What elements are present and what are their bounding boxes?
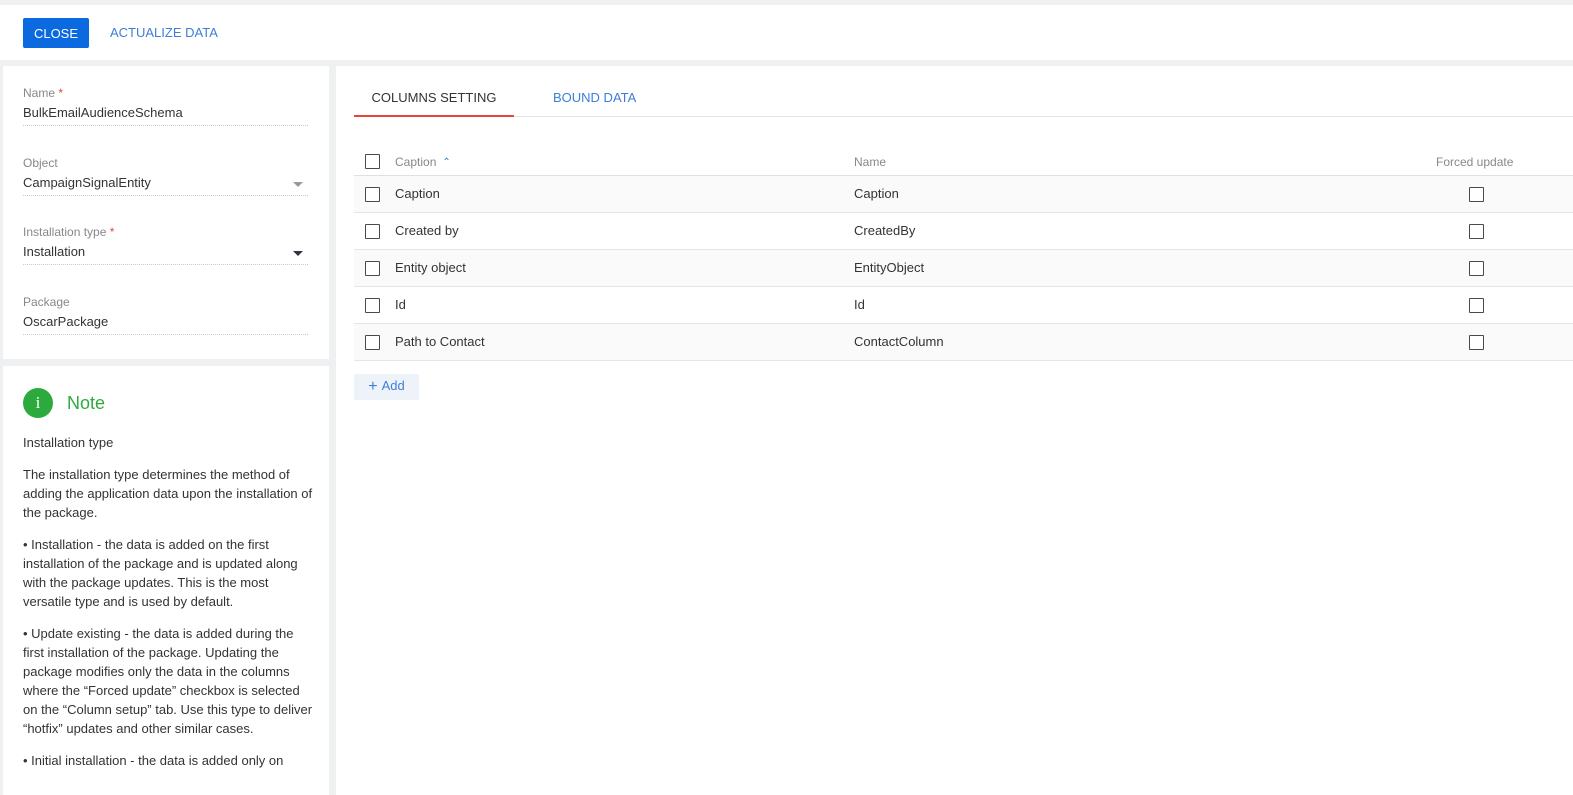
tab-columns-setting[interactable]: COLUMNS SETTING xyxy=(354,78,514,117)
name-column-header[interactable]: Name xyxy=(854,155,886,169)
required-mark: * xyxy=(58,86,64,100)
plus-icon: + xyxy=(368,378,378,395)
columns-grid: Caption ⌃ Name Forced update Caption Capt… xyxy=(354,149,1573,361)
required-mark: * xyxy=(109,225,115,239)
main-panel: COLUMNS SETTING BOUND DATA Caption ⌃ Name… xyxy=(336,66,1573,795)
row-caption: Id xyxy=(395,297,406,312)
object-label: Object xyxy=(23,156,58,170)
properties-panel: Name * BulkEmailAudienceSchema Object Ca… xyxy=(3,66,329,359)
tab-bar: COLUMNS SETTING BOUND DATA xyxy=(354,78,1573,117)
object-field[interactable]: Object CampaignSignalEntity xyxy=(23,156,308,196)
note-paragraph: Installation type xyxy=(23,435,114,450)
row-caption: Path to Contact xyxy=(395,334,485,349)
forced-update-checkbox[interactable] xyxy=(1469,187,1484,202)
package-field[interactable]: Package OscarPackage xyxy=(23,295,308,335)
caption-column-header[interactable]: Caption ⌃ xyxy=(395,155,451,169)
note-title: Note xyxy=(67,392,106,413)
select-all-checkbox[interactable] xyxy=(365,154,380,169)
row-name: ContactColumn xyxy=(854,334,944,349)
forced-update-checkbox[interactable] xyxy=(1469,335,1484,350)
row-select-checkbox[interactable] xyxy=(365,224,380,239)
row-name: Caption xyxy=(854,186,899,201)
row-caption: Caption xyxy=(395,186,440,201)
note-body: Installation type The installation type … xyxy=(23,433,313,783)
row-name: Id xyxy=(854,297,865,312)
row-caption: Entity object xyxy=(395,260,466,275)
forced-update-checkbox[interactable] xyxy=(1469,224,1484,239)
object-value[interactable]: CampaignSignalEntity xyxy=(23,175,151,190)
grid-header: Caption ⌃ Name Forced update xyxy=(354,149,1573,176)
name-value[interactable]: BulkEmailAudienceSchema xyxy=(23,103,308,125)
close-button[interactable]: CLOSE xyxy=(23,18,89,48)
chevron-down-icon[interactable] xyxy=(293,182,303,187)
installation-type-label: Installation type xyxy=(23,225,107,239)
add-button-label: Add xyxy=(381,378,405,393)
row-select-checkbox[interactable] xyxy=(365,335,380,350)
row-select-checkbox[interactable] xyxy=(365,298,380,313)
row-name: EntityObject xyxy=(854,260,925,275)
toolbar: CLOSE ACTUALIZE DATA xyxy=(0,5,1573,60)
name-field[interactable]: Name * BulkEmailAudienceSchema xyxy=(23,86,308,126)
forced-update-checkbox[interactable] xyxy=(1469,298,1484,313)
installation-type-field[interactable]: Installation type * Installation xyxy=(23,225,308,265)
forced-update-checkbox[interactable] xyxy=(1469,261,1484,276)
tab-bound-data[interactable]: BOUND DATA xyxy=(553,78,636,117)
note-paragraph: • Initial installation - the data is add… xyxy=(23,753,284,768)
forced-update-column-header[interactable]: Forced update xyxy=(1436,155,1513,169)
table-row[interactable]: Caption Caption xyxy=(354,176,1573,213)
info-icon: i xyxy=(23,388,53,418)
row-caption: Created by xyxy=(395,223,459,238)
sort-ascending-icon[interactable]: ⌃ xyxy=(442,157,450,168)
name-label: Name xyxy=(23,86,56,100)
add-button[interactable]: + Add xyxy=(354,374,419,400)
note-paragraph: The installation type determines the met… xyxy=(23,467,313,520)
note-paragraph: • Update existing - the data is added du… xyxy=(23,626,313,736)
table-row[interactable]: Path to Contact ContactColumn xyxy=(354,324,1573,361)
package-label: Package xyxy=(23,295,70,309)
installation-type-value[interactable]: Installation xyxy=(23,244,85,259)
caption-header-label: Caption xyxy=(395,155,437,169)
row-name: CreatedBy xyxy=(854,223,916,238)
table-row[interactable]: Id Id xyxy=(354,287,1573,324)
row-select-checkbox[interactable] xyxy=(365,261,380,276)
note-panel: i Note Installation type The installatio… xyxy=(3,366,329,795)
note-paragraph: • Installation - the data is added on th… xyxy=(23,537,298,609)
package-value[interactable]: OscarPackage xyxy=(23,312,308,334)
table-row[interactable]: Entity object EntityObject xyxy=(354,250,1573,287)
note-header: i Note xyxy=(23,388,105,418)
row-select-checkbox[interactable] xyxy=(365,187,380,202)
actualize-data-button[interactable]: ACTUALIZE DATA xyxy=(110,18,218,48)
table-row[interactable]: Created by CreatedBy xyxy=(354,213,1573,250)
chevron-down-icon[interactable] xyxy=(293,251,303,256)
